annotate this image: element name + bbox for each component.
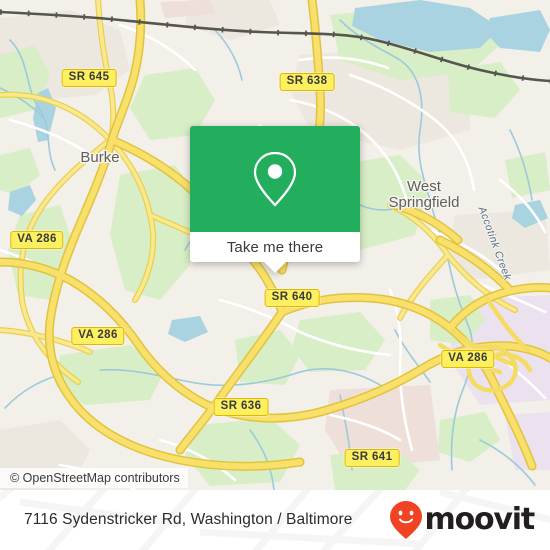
take-me-there-label: Take me there [226, 238, 324, 256]
callout-tail [264, 262, 286, 273]
callout-action-area[interactable]: Take me there [190, 232, 360, 262]
address-label: 7116 Sydenstricker Rd, Washington / Balt… [24, 511, 353, 528]
road-shield-va-286-east[interactable]: VA 286 [441, 350, 495, 368]
map-screenshot: Burke West Springfield Accotink Creek SR… [0, 0, 550, 550]
road-shield-sr-641[interactable]: SR 641 [344, 449, 400, 467]
moovit-wordmark: moovit [424, 502, 536, 537]
road-shield-va-286-southwest[interactable]: VA 286 [71, 327, 125, 345]
place-label-west-springfield: West Springfield [388, 178, 460, 211]
road-shield-sr-636[interactable]: SR 636 [213, 398, 269, 416]
road-shield-sr-638[interactable]: SR 638 [279, 73, 335, 91]
moovit-pin-smiley-icon [389, 501, 422, 539]
footer-bar: 7116 Sydenstricker Rd, Washington / Balt… [0, 490, 550, 550]
road-shield-sr-640[interactable]: SR 640 [264, 289, 320, 307]
location-callout-card[interactable]: Take me there [190, 126, 360, 273]
osm-attribution[interactable]: © OpenStreetMap contributors [0, 468, 188, 488]
place-label-burke: Burke [80, 149, 120, 166]
callout-icon-area [190, 126, 360, 232]
road-shield-va-286-west[interactable]: VA 286 [10, 231, 64, 249]
road-shield-sr-645[interactable]: SR 645 [61, 69, 117, 87]
moovit-brand[interactable]: moovit [389, 500, 536, 540]
map-canvas[interactable]: Burke West Springfield Accotink Creek SR… [0, 0, 550, 490]
map-pin-icon [253, 151, 297, 207]
